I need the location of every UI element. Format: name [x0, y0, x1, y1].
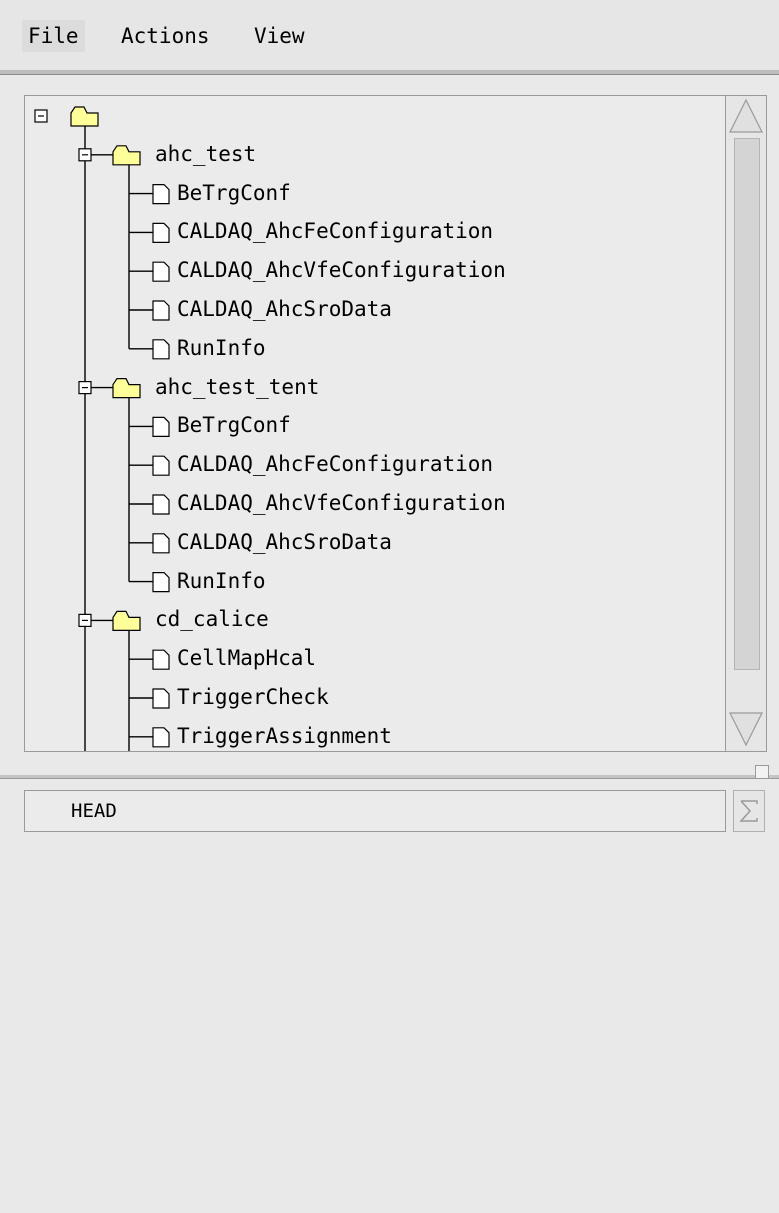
tree-item-label[interactable]: TriggerAssignment	[177, 722, 392, 750]
tree-item-label[interactable]: CALDAQ_AhcVfeConfiguration	[177, 256, 506, 284]
menu-actions[interactable]: Actions	[115, 20, 216, 52]
file-icon	[152, 184, 170, 205]
tree-lines	[34, 106, 170, 751]
file-icon	[152, 688, 170, 709]
up-arrow-icon[interactable]	[728, 98, 764, 134]
file-icon	[152, 727, 170, 748]
menu-view[interactable]: View	[248, 20, 311, 52]
tree-item-label[interactable]: ahc_test	[155, 140, 256, 168]
menu-separator	[0, 70, 779, 75]
file-icon	[152, 416, 170, 437]
file-icon	[152, 572, 170, 593]
file-icon	[152, 494, 170, 515]
tree-item-label[interactable]: TriggerCheck	[177, 683, 329, 711]
collapse-box-icon[interactable]	[34, 109, 48, 123]
tree-item-label[interactable]: CALDAQ_AhcSroData	[177, 295, 392, 323]
folder-icon	[112, 610, 141, 631]
tree-item-label[interactable]: cd_calice	[155, 605, 269, 633]
tree-item-label[interactable]: CALDAQ_AhcFeConfiguration	[177, 217, 493, 245]
tree-item-label[interactable]: CALDAQ_AhcSroData	[177, 528, 392, 556]
tree-view[interactable]: ahc_test BeTrgConf CALDAQ_AhcFeConfigurati…	[24, 95, 725, 752]
resize-handle[interactable]	[755, 765, 769, 779]
tree-item-label[interactable]: RunInfo	[177, 567, 266, 595]
folder-icon	[112, 378, 141, 399]
file-icon	[152, 339, 170, 360]
tree-item-label[interactable]: RunInfo	[177, 334, 266, 362]
menu-bar: File Actions View	[0, 0, 779, 71]
down-arrow-icon[interactable]	[728, 711, 764, 747]
collapse-box-icon[interactable]	[78, 381, 92, 395]
file-icon	[152, 222, 170, 243]
tree-item-label[interactable]: CALDAQ_AhcVfeConfiguration	[177, 489, 506, 517]
tree-item-label[interactable]: CALDAQ_AhcFeConfiguration	[177, 450, 493, 478]
file-icon	[152, 455, 170, 476]
tree-item-label[interactable]: ahc_test_tent	[155, 373, 319, 401]
vertical-scrollbar[interactable]	[725, 95, 767, 752]
collapse-box-icon[interactable]	[78, 613, 92, 628]
tree-item-label[interactable]: BeTrgConf	[177, 179, 291, 207]
file-icon	[152, 261, 170, 282]
scroll-thumb[interactable]	[734, 138, 760, 670]
sigma-icon[interactable]	[733, 790, 765, 832]
folder-icon	[112, 145, 141, 166]
collapse-box-icon[interactable]	[78, 148, 92, 162]
tag-field[interactable]: HEAD	[24, 790, 726, 832]
tree-item-label[interactable]: BeTrgConf	[177, 411, 291, 439]
menu-file[interactable]: File	[22, 20, 85, 52]
status-separator	[0, 775, 779, 779]
file-icon	[152, 649, 170, 670]
file-icon	[152, 300, 170, 321]
tag-value: HEAD	[71, 800, 117, 822]
tree-item-label[interactable]: CellMapHcal	[177, 644, 316, 672]
folder-icon	[70, 106, 99, 127]
file-icon	[152, 533, 170, 554]
